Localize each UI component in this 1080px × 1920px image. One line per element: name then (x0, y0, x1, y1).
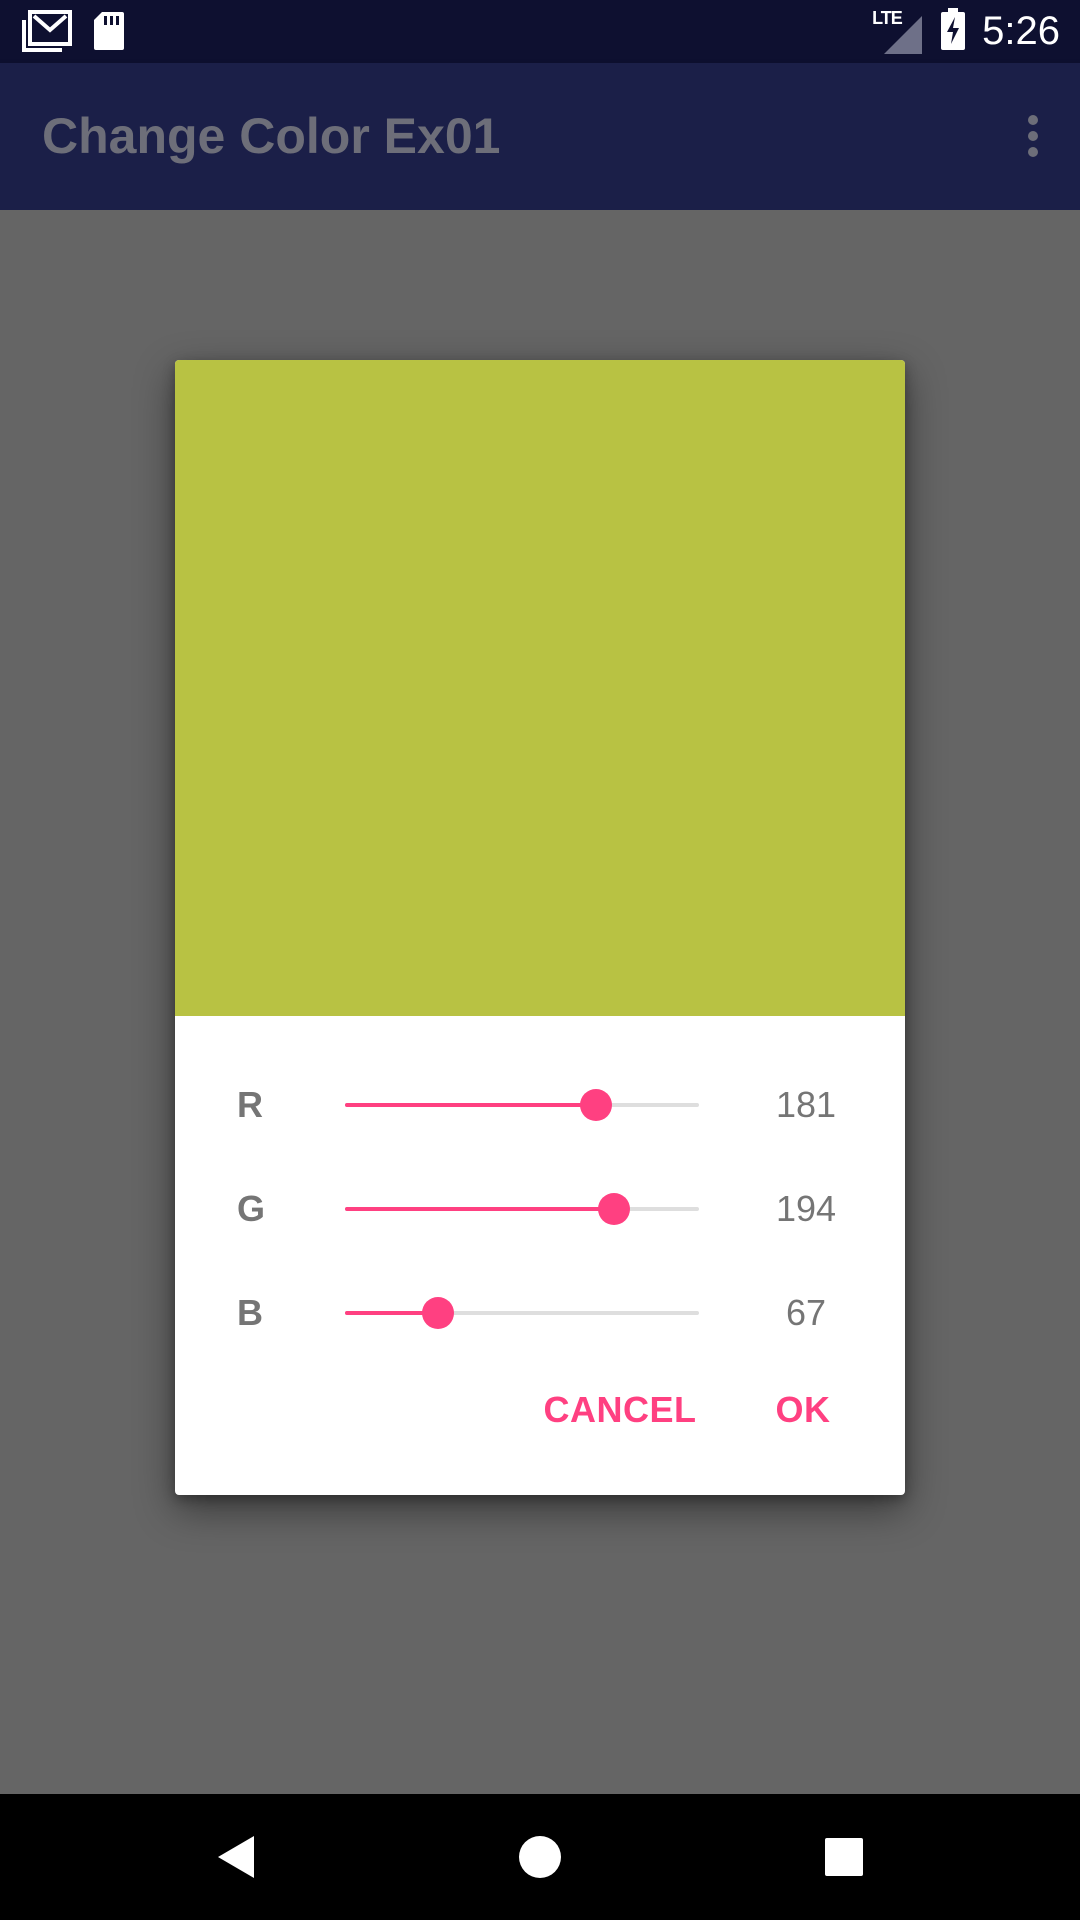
slider-row-green: G 194 (175, 1169, 905, 1249)
blue-label: B (237, 1292, 263, 1333)
app-bar: Change Color Ex01 (0, 63, 1080, 210)
slider-row-blue: B 67 (175, 1273, 905, 1353)
blue-value: 67 (785, 1292, 827, 1333)
red-slider-fill (345, 1103, 596, 1107)
back-icon[interactable] (176, 1794, 296, 1920)
color-preview (175, 360, 905, 1016)
green-slider-thumb[interactable] (598, 1193, 630, 1225)
green-label: G (237, 1188, 266, 1229)
ok-button[interactable]: OK (758, 1370, 848, 1450)
home-icon[interactable] (480, 1794, 600, 1920)
navigation-bar (0, 1794, 1080, 1920)
app-title: Change Color Ex01 (42, 108, 501, 164)
dialog-actions: CANCEL OK (175, 1370, 905, 1450)
notification-icons (22, 10, 126, 57)
slider-row-red: R 181 (175, 1065, 905, 1145)
battery-charging-icon (940, 8, 966, 55)
blue-slider[interactable] (345, 1297, 699, 1329)
system-status: LTE 5:26 (872, 0, 1060, 63)
recents-icon[interactable] (784, 1794, 904, 1920)
red-slider-thumb[interactable] (580, 1089, 612, 1121)
green-value: 194 (775, 1188, 837, 1229)
red-value: 181 (775, 1084, 837, 1125)
green-slider-fill (345, 1207, 614, 1211)
signal-icon: LTE (872, 8, 924, 54)
red-label: R (237, 1084, 263, 1125)
cancel-button[interactable]: CANCEL (535, 1370, 705, 1450)
green-slider[interactable] (345, 1193, 699, 1225)
sd-card-icon (92, 10, 126, 57)
gmail-icon (22, 10, 72, 57)
color-picker-dialog: R 181 G 194 B 67 CANCEL OK (175, 360, 905, 1495)
more-vert-icon[interactable] (1008, 111, 1058, 161)
clock: 5:26 (982, 9, 1060, 53)
red-slider[interactable] (345, 1089, 699, 1121)
blue-slider-thumb[interactable] (422, 1297, 454, 1329)
status-bar: LTE 5:26 (0, 0, 1080, 63)
